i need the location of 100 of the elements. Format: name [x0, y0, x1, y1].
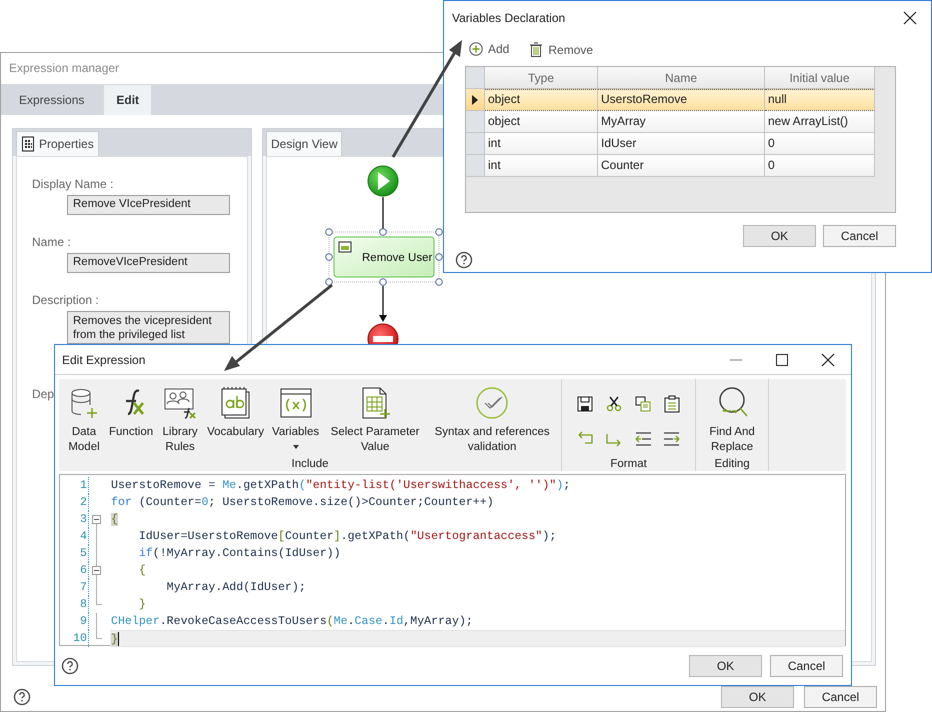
ok-button[interactable]: OK: [743, 225, 816, 247]
table-cell: 0: [765, 155, 875, 178]
column-header[interactable]: Type: [485, 67, 598, 90]
code-line: UserstoRemove = Me.getXPath("entity-list('Userswithaccess', '')");: [110, 478, 570, 494]
table-cell: int: [485, 155, 598, 178]
help-icon: [455, 251, 473, 269]
ribbon-button[interactable]: Select Parameter Value: [323, 379, 428, 455]
close-icon: [902, 10, 918, 26]
line-number: 4: [60, 528, 89, 545]
table-cell: object: [485, 111, 598, 134]
text-area[interactable]: Removes the vicepresident from the privileged list: [67, 311, 230, 344]
task-label: Remove User: [362, 252, 432, 264]
ribbon-button[interactable]: Library Rules: [157, 379, 204, 455]
check-circle-icon: [475, 386, 510, 420]
table-cell: IdUser: [598, 133, 765, 156]
scissors-icon: [605, 395, 624, 413]
table-cell: null: [765, 89, 875, 112]
line-number: 2: [60, 494, 89, 511]
toolbar-button[interactable]: [634, 430, 652, 448]
input-field[interactable]: RemoveVIcePresident: [67, 253, 230, 273]
collapse-icon[interactable]: [92, 515, 101, 524]
collapse-icon[interactable]: [92, 566, 101, 575]
trash-icon: [529, 42, 544, 58]
row-header[interactable]: [466, 89, 485, 112]
toolbar-button[interactable]: [605, 395, 624, 413]
dialog-title: Variables Declaration: [452, 10, 566, 24]
input-field[interactable]: Remove VIcePresident: [67, 195, 230, 215]
table-cell: object: [485, 89, 598, 112]
line-number: 7: [60, 579, 89, 596]
code-line: }: [138, 597, 146, 613]
window-title: Expression manager: [9, 60, 120, 77]
group-label: Include: [292, 457, 329, 471]
clipboard-icon: [663, 395, 682, 413]
code-editor[interactable]: [59, 474, 846, 646]
code-line: CHelper.RevokeCaseAccessToUsers(Me.Case.Id,MyArray);: [110, 614, 473, 630]
line-number: 8: [60, 596, 89, 613]
field-label: Display Name :: [32, 177, 114, 192]
toolbar-button[interactable]: [663, 395, 682, 413]
line-number: 6: [60, 562, 89, 579]
save-icon: [576, 395, 594, 413]
ribbon-button[interactable]: Syntax and references validation: [427, 379, 558, 455]
table-cell: UserstoRemove: [598, 89, 765, 112]
start-node[interactable]: [368, 166, 398, 196]
table-cell: new ArrayList(): [765, 111, 875, 134]
ok-button[interactable]: OK: [689, 654, 762, 676]
code-line: {: [138, 563, 146, 579]
help-icon: [13, 688, 31, 706]
cancel-button[interactable]: Cancel: [823, 225, 896, 247]
help-icon: [61, 656, 79, 674]
dialog-title: Edit Expression: [62, 352, 146, 366]
tab-label: Properties: [39, 137, 94, 151]
add-icon: [469, 42, 483, 56]
people-function-icon: [163, 386, 198, 420]
tab[interactable]: Expressions: [7, 85, 96, 115]
tab[interactable]: Edit: [104, 85, 152, 115]
group-label: Editing: [714, 457, 750, 471]
panel-tab[interactable]: Properties: [16, 131, 99, 156]
field-label: Description :: [32, 293, 99, 308]
ribbon-button[interactable]: Data Model: [63, 379, 105, 455]
line-number: 1: [60, 477, 89, 494]
indent-icon: [663, 430, 682, 448]
column-header[interactable]: Initial value: [765, 67, 875, 90]
connector-arrow: [379, 286, 387, 322]
toolbar-button[interactable]: [634, 395, 652, 413]
cancel-button[interactable]: Cancel: [770, 654, 843, 676]
properties-icon: [21, 136, 35, 152]
ribbon-button[interactable]: Vocabulary: [203, 379, 268, 455]
code-line: for (Counter=0; UserstoRemove.size()>Counter;Counter++): [110, 495, 494, 511]
screen-icon: [338, 242, 352, 252]
code-line: MyArray.Add(IdUser);: [166, 580, 306, 596]
code-line: IdUser=UserstoRemove[Counter].getXPath("Usertograntaccess");: [138, 529, 556, 545]
table-cell: MyArray: [598, 111, 765, 134]
group-label: Format: [610, 457, 647, 471]
toolbar-button[interactable]: [663, 430, 682, 448]
toolbar-button[interactable]: [576, 395, 594, 413]
field-label: Name :: [32, 235, 71, 250]
copy-icon: [634, 395, 652, 413]
remove-button[interactable]: Remove: [529, 42, 594, 58]
maximize-icon: [774, 352, 790, 368]
ribbon-button[interactable]: Find And Replace: [700, 379, 764, 455]
task-node[interactable]: [334, 236, 434, 278]
ribbon-button[interactable]: Variables: [268, 379, 324, 455]
add-button[interactable]: Add: [469, 42, 510, 56]
line-number: 3: [60, 511, 89, 528]
field-label: Dep: [32, 387, 54, 402]
variable-window-icon: [278, 386, 313, 420]
table-cell: int: [485, 133, 598, 156]
line-number: 9: [60, 613, 89, 630]
cancel-button[interactable]: Cancel: [804, 686, 877, 708]
ok-button[interactable]: OK: [721, 686, 794, 708]
outdent-icon: [634, 430, 652, 448]
table-cell: Counter: [598, 155, 765, 178]
code-line: if(!MyArray.Contains(IdUser)): [138, 546, 341, 562]
table-cell: 0: [765, 133, 875, 156]
line-number: 10: [60, 630, 89, 647]
panel-tab[interactable]: Design View: [266, 131, 342, 156]
ribbon-button[interactable]: Function: [105, 379, 158, 455]
line-number: 5: [60, 545, 89, 562]
column-header[interactable]: Name: [598, 67, 765, 90]
close-icon: [820, 352, 836, 368]
